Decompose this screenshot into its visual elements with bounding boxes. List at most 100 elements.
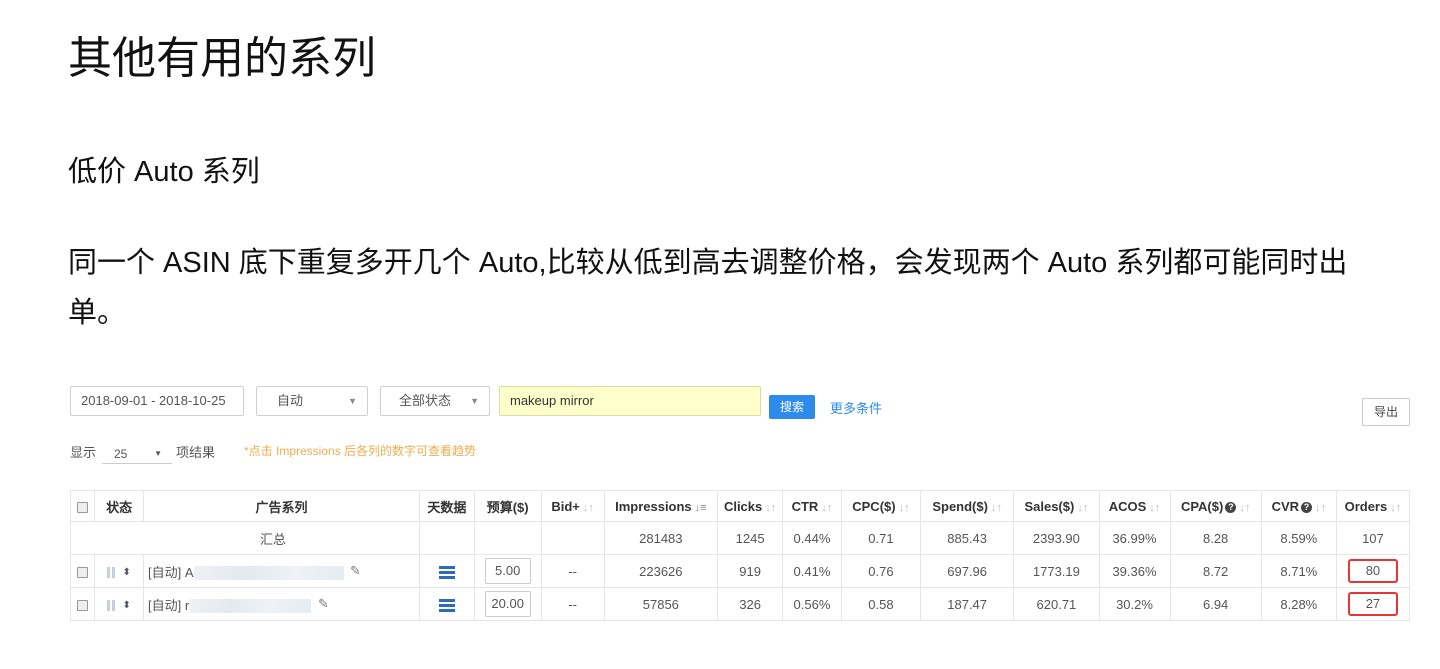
- header-sales-label: Sales($): [1024, 498, 1075, 514]
- header-bid-label: Bid+: [551, 498, 580, 514]
- summary-empty: [473, 521, 542, 555]
- header-ctr[interactable]: CTR ↓↑: [782, 490, 842, 522]
- header-bid[interactable]: Bid+ ↓↑: [540, 490, 605, 522]
- list-icon[interactable]: [438, 565, 455, 579]
- row-checkbox[interactable]: [69, 587, 96, 621]
- status-cell: ⬍: [94, 587, 145, 621]
- campaign-type-value: 自动: [277, 393, 304, 408]
- header-impressions[interactable]: Impressions ↓≡: [603, 490, 719, 522]
- budget-input[interactable]: 5.00: [484, 558, 531, 584]
- cvr-cell[interactable]: 8.28%: [1260, 587, 1337, 621]
- budget-input[interactable]: 20.00: [484, 591, 531, 617]
- pause-icon[interactable]: [107, 564, 117, 579]
- summary-sales: 2393.90: [1013, 521, 1100, 555]
- sort-desc-icon: ↓≡: [694, 501, 707, 514]
- filter-toolbar: 2018-09-01 - 2018-10-25 自动 ▼ 全部状态 ▼ make…: [66, 386, 1422, 426]
- pause-icon[interactable]: [107, 597, 117, 612]
- table-row: ⬍ [自动] A ✎ 5.00 -- 223626 919 0.41% 0.76…: [69, 554, 1411, 588]
- up-down-icon[interactable]: ⬍: [122, 567, 130, 578]
- acos-cell[interactable]: 30.2%: [1098, 587, 1171, 621]
- edit-icon[interactable]: ✎: [318, 596, 329, 612]
- header-acos[interactable]: ACOS ↓↑: [1098, 490, 1171, 522]
- spend-cell[interactable]: 187.47: [919, 587, 1015, 621]
- help-icon[interactable]: ?: [1301, 501, 1313, 513]
- redacted-name: [189, 599, 312, 614]
- ctr-cell[interactable]: 0.56%: [782, 587, 842, 621]
- sales-cell[interactable]: 620.71: [1013, 587, 1100, 621]
- clicks-cell[interactable]: 326: [717, 587, 784, 621]
- show-label: 显示: [70, 445, 97, 460]
- help-icon[interactable]: ?: [1225, 501, 1237, 513]
- date-range-value: 2018-09-01 - 2018-10-25: [81, 393, 226, 408]
- summary-impressions: 281483: [603, 521, 719, 555]
- cpc-cell[interactable]: 0.76: [840, 554, 921, 588]
- clicks-cell[interactable]: 919: [717, 554, 784, 588]
- header-orders[interactable]: Orders ↓↑: [1335, 490, 1411, 522]
- cpa-cell[interactable]: 8.72: [1169, 554, 1262, 588]
- summary-spend: 885.43: [919, 521, 1015, 555]
- up-down-icon[interactable]: ⬍: [122, 600, 130, 611]
- campaign-name-cell[interactable]: [自动] r ✎: [143, 587, 420, 621]
- row-checkbox[interactable]: [69, 554, 96, 588]
- more-filters-link[interactable]: 更多条件: [830, 398, 882, 417]
- acos-cell[interactable]: 39.36%: [1098, 554, 1171, 588]
- header-cpa-label: CPA($): [1180, 498, 1224, 514]
- date-range-picker[interactable]: 2018-09-01 - 2018-10-25: [70, 386, 244, 416]
- cpa-cell[interactable]: 6.94: [1169, 587, 1262, 621]
- sort-icon: ↓↑: [1239, 501, 1251, 514]
- sort-icon: ↓↑: [1390, 501, 1402, 514]
- campaign-table: 状态 广告系列 天数据 预算($) Bid+ ↓↑ Impressions ↓≡ C…: [69, 490, 1411, 621]
- sort-icon: ↓↑: [582, 501, 594, 514]
- export-button[interactable]: 导出: [1362, 398, 1410, 426]
- header-budget: 预算($): [473, 490, 542, 522]
- cvr-cell[interactable]: 8.71%: [1260, 554, 1337, 588]
- impressions-cell[interactable]: 57856: [603, 587, 719, 621]
- summary-clicks: 1245: [717, 521, 784, 555]
- page-size-select[interactable]: 25 ▼: [102, 444, 172, 464]
- search-input[interactable]: makeup mirror: [499, 386, 761, 416]
- header-spend[interactable]: Spend($) ↓↑: [919, 490, 1015, 522]
- orders-highlight[interactable]: 80: [1347, 559, 1398, 583]
- orders-cell[interactable]: 80: [1335, 554, 1411, 588]
- campaign-name[interactable]: [自动] r: [148, 598, 189, 613]
- campaign-name-cell[interactable]: [自动] A ✎: [143, 554, 420, 588]
- sort-icon: ↓↑: [898, 501, 910, 514]
- status-cell: ⬍: [94, 554, 145, 588]
- search-button[interactable]: 搜索: [769, 395, 815, 419]
- sort-icon: ↓↑: [821, 501, 833, 514]
- edit-icon[interactable]: ✎: [350, 563, 361, 579]
- summary-acos: 36.99%: [1098, 521, 1171, 555]
- chevron-down-icon: ▼: [154, 449, 162, 458]
- orders-cell[interactable]: 27: [1335, 587, 1411, 621]
- header-status: 状态: [94, 490, 145, 522]
- table-row: ⬍ [自动] r ✎ 20.00 -- 57856 326 0.56% 0.58…: [69, 587, 1411, 621]
- header-cvr[interactable]: CVR? ↓↑: [1260, 490, 1337, 522]
- spend-cell[interactable]: 697.96: [919, 554, 1015, 588]
- select-all-checkbox[interactable]: [69, 490, 96, 522]
- header-cpa[interactable]: CPA($)? ↓↑: [1169, 490, 1262, 522]
- orders-highlight[interactable]: 27: [1347, 592, 1398, 616]
- budget-cell: 5.00: [473, 554, 542, 588]
- campaign-type-select[interactable]: 自动 ▼: [256, 386, 368, 416]
- impressions-cell[interactable]: 223626: [603, 554, 719, 588]
- trend-hint: *点击 Impressions 后各列的数字可查看趋势: [244, 444, 477, 458]
- sales-cell[interactable]: 1773.19: [1013, 554, 1100, 588]
- header-sales[interactable]: Sales($) ↓↑: [1013, 490, 1100, 522]
- campaign-name[interactable]: [自动] A: [148, 565, 194, 580]
- doc-title: 其他有用的系列: [68, 34, 376, 83]
- header-clicks[interactable]: Clicks ↓↑: [717, 490, 784, 522]
- header-daily: 天数据: [418, 490, 475, 522]
- summary-ctr: 0.44%: [782, 521, 842, 555]
- summary-empty: [418, 521, 475, 555]
- daily-data-cell[interactable]: [418, 554, 475, 588]
- sort-icon: ↓↑: [765, 501, 777, 514]
- daily-data-cell[interactable]: [418, 587, 475, 621]
- summary-label: 汇总: [70, 521, 420, 555]
- budget-cell: 20.00: [473, 587, 542, 621]
- list-icon[interactable]: [438, 598, 455, 612]
- ctr-cell[interactable]: 0.41%: [782, 554, 842, 588]
- status-select[interactable]: 全部状态 ▼: [380, 386, 490, 416]
- bid-cell: --: [540, 587, 605, 621]
- header-cpc[interactable]: CPC($) ↓↑: [840, 490, 921, 522]
- cpc-cell[interactable]: 0.58: [840, 587, 921, 621]
